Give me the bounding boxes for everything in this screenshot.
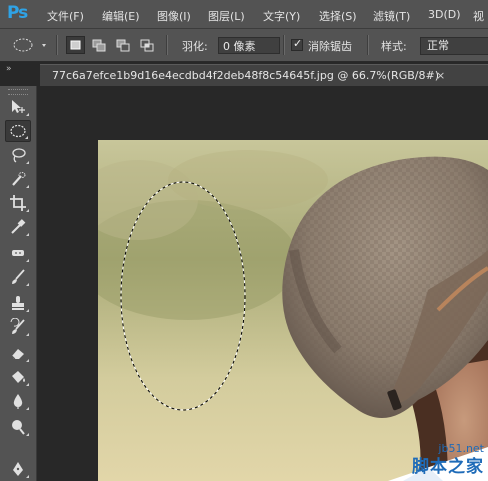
dodge-tool[interactable] <box>5 416 31 438</box>
tool-preset-picker[interactable] <box>6 35 50 55</box>
pen-tool[interactable] <box>5 458 31 480</box>
lasso-tool[interactable] <box>5 144 31 166</box>
watermark: jb51.net 脚本之家 <box>348 437 488 481</box>
brush-tool[interactable] <box>5 266 31 288</box>
menu-file[interactable]: 文件(F) <box>47 8 84 24</box>
eraser-tool[interactable] <box>5 342 31 364</box>
document-canvas-area: jb51.net 脚本之家 <box>37 86 488 481</box>
document-image[interactable]: jb51.net 脚本之家 <box>98 140 488 481</box>
add-selection-icon <box>92 39 106 52</box>
photoshop-logo[interactable]: Ps <box>7 3 28 23</box>
document-tab-strip: 77c6a7efce1b9d16e4ecdbd4f2deb48f8c54645f… <box>36 62 488 86</box>
menu-filter[interactable]: 滤镜(T) <box>373 8 410 24</box>
menu-bar: Ps 文件(F) 编辑(E) 图像(I) 图层(L) 文字(Y) 选择(S) 滤… <box>0 0 488 29</box>
blur-icon <box>13 394 23 409</box>
document-tab-title: 77c6a7efce1b9d16e4ecdbd4f2deb48f8c54645f… <box>52 69 439 82</box>
history-brush-icon <box>10 318 25 334</box>
document-tab[interactable]: 77c6a7efce1b9d16e4ecdbd4f2deb48f8c54645f… <box>40 64 488 86</box>
intersect-selection-button[interactable] <box>138 36 157 54</box>
clone-stamp-tool[interactable] <box>5 292 31 314</box>
eyedropper-icon <box>11 219 26 234</box>
options-bar: 羽化: 0 像素 ✓ 消除锯齿 样式: 正常 <box>0 29 488 62</box>
anti-alias-checkbox[interactable]: ✓ <box>291 37 303 51</box>
menu-3d[interactable]: 3D(D) <box>428 8 461 21</box>
crop-icon <box>10 195 26 211</box>
menu-layer[interactable]: 图层(L) <box>208 8 245 24</box>
lasso-icon <box>12 148 26 163</box>
move-tool[interactable] <box>5 96 31 118</box>
paint-bucket-tool[interactable] <box>5 366 31 388</box>
eyedropper-tool[interactable] <box>5 216 31 238</box>
panel-grip[interactable] <box>8 89 28 95</box>
menu-type[interactable]: 文字(Y) <box>263 8 300 24</box>
feather-label: 羽化: <box>182 40 208 53</box>
quick-selection-tool[interactable] <box>5 168 31 190</box>
menu-view[interactable]: 视 <box>473 8 484 24</box>
menu-select[interactable]: 选择(S) <box>319 8 357 24</box>
healing-brush-icon <box>12 250 24 256</box>
watermark-name: 脚本之家 <box>412 457 484 477</box>
move-icon <box>12 100 25 113</box>
elliptical-marquee-tool[interactable] <box>5 120 31 142</box>
style-select[interactable]: 正常 <box>420 37 488 55</box>
intersect-selection-icon <box>140 39 154 52</box>
ellipse-preset-icon <box>13 38 46 52</box>
collapse-panel-icon[interactable]: » <box>6 64 11 74</box>
add-to-selection-button[interactable] <box>90 36 109 54</box>
close-icon[interactable]: × <box>436 65 445 86</box>
subtract-selection-icon <box>116 39 130 52</box>
blur-tool[interactable] <box>5 390 31 412</box>
feather-input[interactable]: 0 像素 <box>218 37 280 54</box>
crop-tool[interactable] <box>5 192 31 214</box>
eraser-icon <box>11 349 24 360</box>
paint-bucket-icon <box>12 371 25 383</box>
new-selection-icon <box>70 40 81 50</box>
tools-panel <box>0 86 37 481</box>
subtract-from-selection-button[interactable] <box>114 36 133 54</box>
menu-image[interactable]: 图像(I) <box>157 8 191 24</box>
dodge-icon <box>12 420 25 435</box>
selection-marquee[interactable] <box>98 140 488 481</box>
menu-edit[interactable]: 编辑(E) <box>102 8 140 24</box>
pen-icon <box>13 462 23 476</box>
anti-alias-label: 消除锯齿 <box>308 40 352 53</box>
history-brush-tool[interactable] <box>5 316 31 338</box>
new-selection-button[interactable] <box>66 36 85 54</box>
clone-stamp-icon <box>12 296 24 310</box>
quick-selection-icon <box>12 172 26 186</box>
brush-icon <box>12 269 25 284</box>
spot-healing-brush-tool[interactable] <box>5 242 31 264</box>
style-label: 样式: <box>381 40 407 53</box>
check-icon: ✓ <box>293 37 303 50</box>
